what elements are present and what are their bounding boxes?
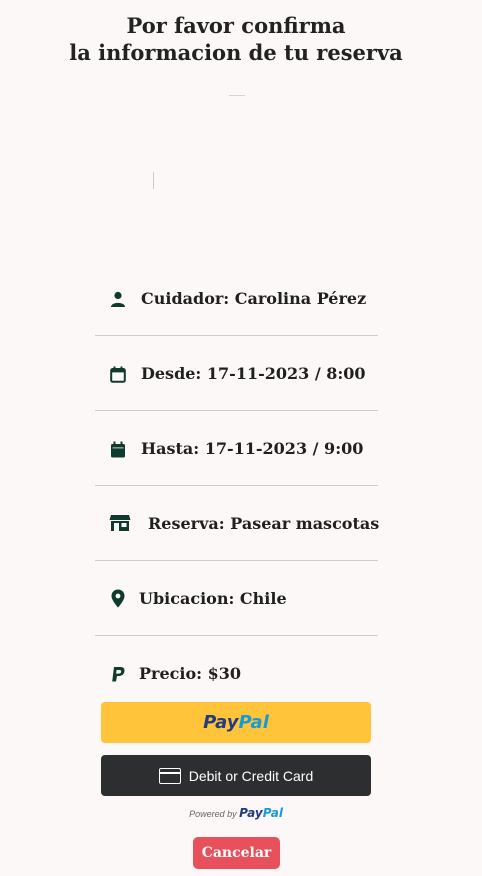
page-title: Por favor confirma la informacion de tu … — [0, 12, 472, 66]
detail-row-service: Reserva: Pasear mascotas — [95, 487, 380, 561]
store-icon — [109, 514, 131, 532]
card-button-label: Debit or Credit Card — [188, 767, 314, 784]
powered-paypal-logo: PayPal — [239, 806, 283, 820]
detail-row-location: Ubicacion: Chile — [95, 562, 378, 636]
title-line-1: Por favor confirma — [126, 13, 346, 38]
detail-row-to: Hasta: 17-11-2023 / 9:00 — [95, 412, 378, 486]
detail-row-from: Desde: 17-11-2023 / 8:00 — [95, 337, 378, 411]
to-label: Hasta: 17-11-2023 / 9:00 — [141, 439, 364, 458]
title-line-2: la informacion de tu reserva — [69, 40, 403, 65]
paypal-button[interactable]: Pay Pal — [101, 702, 371, 743]
powered-logo-pay: Pay — [239, 806, 263, 820]
powered-logo-pal: Pal — [262, 806, 283, 820]
credit-card-icon — [158, 767, 181, 784]
location-label: Ubicacion: Chile — [139, 589, 287, 608]
powered-by-text: Powered by — [189, 809, 237, 819]
divider-mark — [229, 95, 245, 96]
text-cursor-mark — [153, 172, 154, 189]
caretaker-label: Cuidador: Carolina Pérez — [141, 289, 367, 308]
from-label: Desde: 17-11-2023 / 8:00 — [141, 364, 366, 383]
debit-credit-card-button[interactable]: Debit or Credit Card — [101, 755, 371, 796]
powered-by-paypal: Powered by PayPal — [0, 806, 472, 820]
service-label: Reserva: Pasear mascotas — [148, 514, 380, 533]
person-icon — [109, 290, 127, 308]
location-pin-icon — [109, 589, 127, 607]
detail-row-price: Precio: $30 — [95, 637, 378, 711]
paypal-logo-pal: Pal — [238, 712, 269, 733]
cancel-button[interactable]: Cancelar — [193, 837, 280, 869]
calendar-outline-icon — [109, 365, 127, 383]
paypal-logo-pay: Pay — [203, 712, 239, 733]
paypal-icon — [109, 665, 127, 683]
price-label: Precio: $30 — [139, 664, 242, 683]
calendar-filled-icon — [109, 440, 127, 458]
detail-row-caretaker: Cuidador: Carolina Pérez — [95, 262, 378, 336]
